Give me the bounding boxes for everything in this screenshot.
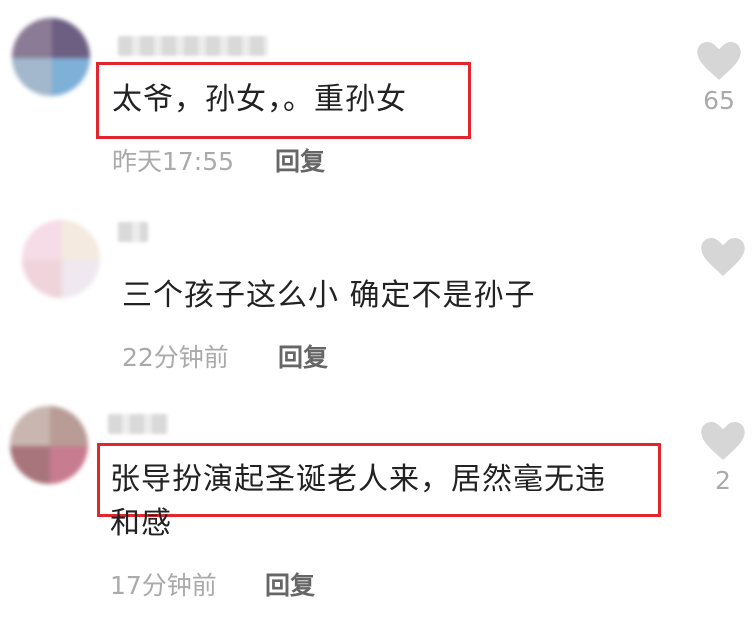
like-button[interactable]: 2 [698,422,748,495]
comment-item: 三个孩子这么小 确定不是孙子 22分钟前 回复 [0,200,756,390]
comment-text: 张导扮演起圣诞老人来，居然毫无违 [110,462,606,497]
avatar[interactable] [12,18,90,96]
username[interactable] [118,222,148,242]
avatar[interactable] [22,220,100,298]
comment-text-continued: 和感 [110,506,172,541]
comment-time: 22分钟前 [122,343,229,372]
like-button[interactable]: 65 [694,42,744,115]
reply-button[interactable]: 回复 [275,142,325,178]
like-button[interactable] [698,238,748,282]
comment-text: 三个孩子这么小 确定不是孙子 [122,278,536,313]
comment-item: 张导扮演起圣诞老人来，居然毫无违 和感 17分钟前 回复 2 [0,398,756,621]
username[interactable] [108,414,168,434]
reply-button[interactable]: 回复 [278,338,328,374]
avatar[interactable] [10,406,88,484]
like-count: 2 [715,466,731,495]
heart-icon [697,42,741,80]
username[interactable] [118,36,268,56]
comment-time: 17分钟前 [110,571,217,600]
comment-text: 太爷，孙女，。重孙女 [112,82,407,117]
reply-button[interactable]: 回复 [265,566,315,602]
heart-icon [701,238,745,276]
like-count: 65 [703,86,735,115]
heart-icon [701,422,745,460]
comment-time: 昨天17:55 [112,147,235,176]
comment-item: 太爷，孙女，。重孙女 昨天17:55 回复 65 [0,0,756,190]
